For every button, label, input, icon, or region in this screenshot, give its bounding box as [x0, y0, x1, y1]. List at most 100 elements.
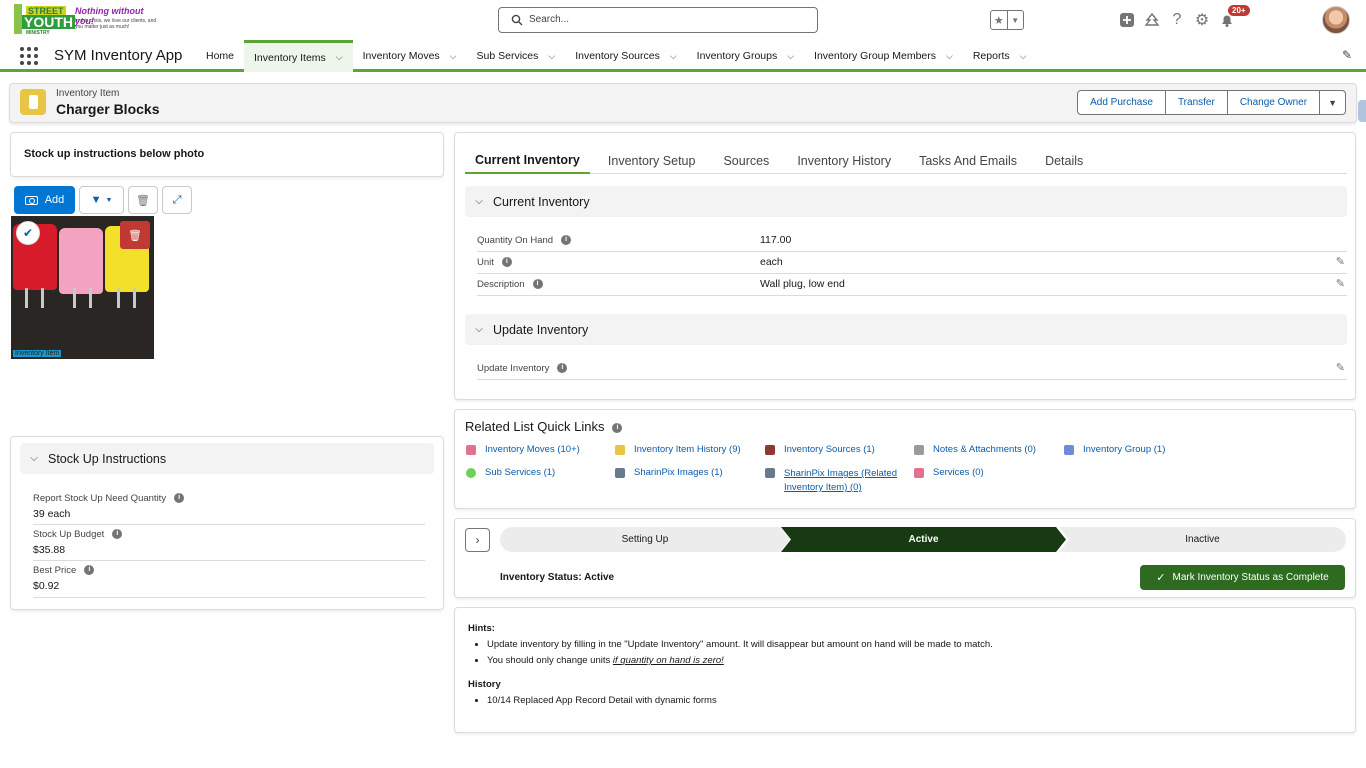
nav-item-sub-services[interactable]: Sub Services ⌵	[467, 40, 566, 72]
link-sub-services[interactable]: Sub Services (1)	[466, 467, 555, 478]
link-services[interactable]: Services (0)	[914, 467, 984, 478]
stock-up-section-header[interactable]: ⌵ Stock Up Instructions	[20, 443, 434, 474]
tab-current-inventory[interactable]: Current Inventory	[465, 147, 590, 174]
nav-item-inventory-items[interactable]: Inventory Items ⌵	[244, 40, 353, 72]
nav-item-inventory-moves[interactable]: Inventory Moves ⌵	[353, 40, 467, 72]
transfer-button[interactable]: Transfer	[1165, 90, 1228, 115]
edit-pencil-icon[interactable]: ✎	[1336, 255, 1345, 268]
nav-item-inventory-sources[interactable]: Inventory Sources ⌵	[565, 40, 686, 72]
chevron-down-icon[interactable]: ⌵	[670, 51, 677, 62]
hint-item: You should only change units if quantity…	[487, 653, 993, 669]
inventory-item-object-icon	[20, 89, 46, 115]
link-sharinpix-images[interactable]: SharinPix Images (1)	[615, 467, 723, 478]
chevron-down-icon[interactable]: ⌵	[20, 453, 48, 464]
favorites-star-icon[interactable]: ★	[991, 11, 1007, 29]
info-icon[interactable]: i	[501, 257, 512, 268]
update-inventory-section-header[interactable]: ⌵ Update Inventory	[465, 314, 1347, 345]
add-purchase-button[interactable]: Add Purchase	[1077, 90, 1166, 115]
info-icon[interactable]: i	[84, 565, 95, 576]
wrench-icon	[765, 468, 775, 478]
select-check-icon[interactable]: ✔	[16, 221, 40, 245]
utility-edge-tab[interactable]	[1358, 100, 1366, 122]
mark-status-complete-button[interactable]: ✓ Mark Inventory Status as Complete	[1140, 565, 1345, 590]
add-photo-button[interactable]: Add	[14, 186, 75, 214]
section-title: Stock Up Instructions	[48, 451, 167, 466]
wrench-icon	[615, 468, 625, 478]
bell-icon[interactable]: 20+	[1216, 5, 1250, 34]
field-description: Description i Wall plug, low end ✎	[477, 274, 1347, 296]
record-tabs: Current Inventory Inventory Setup Source…	[465, 147, 1347, 174]
nav-item-label: Sub Services	[476, 50, 539, 62]
chevron-down-icon[interactable]: ⌵	[336, 52, 343, 63]
field-label: Unit	[477, 257, 494, 268]
field-label: Stock Up Budget	[33, 529, 105, 540]
info-icon[interactable]: i	[112, 529, 123, 540]
info-icon[interactable]: i	[612, 422, 623, 433]
more-actions-chevron-down-icon[interactable]: ▼	[1320, 90, 1346, 115]
chevron-down-icon[interactable]: ⌵	[787, 51, 794, 62]
edit-pencil-icon[interactable]: ✎	[1336, 277, 1345, 290]
chevron-down-icon[interactable]: ⌵	[450, 51, 457, 62]
sub-services-icon	[466, 468, 476, 478]
sources-icon	[765, 445, 775, 455]
section-title: Current Inventory	[493, 194, 590, 209]
path-stage-setting-up[interactable]: Setting Up	[500, 527, 790, 552]
history-icon	[615, 445, 625, 455]
filter-button[interactable]: ▼ ▼	[79, 186, 124, 214]
tab-tasks-and-emails[interactable]: Tasks And Emails	[909, 147, 1027, 174]
record-actions: Add Purchase Transfer Change Owner ▼	[1077, 90, 1346, 115]
info-icon[interactable]: i	[557, 363, 568, 374]
group-icon	[1064, 445, 1074, 455]
related-list-quick-links: Related List Quick Links i Inventory Move…	[454, 409, 1356, 509]
info-icon[interactable]: i	[561, 235, 572, 246]
org-logo[interactable]: STREET YOUTH MINISTRY Nothing without yo…	[12, 4, 162, 36]
inventory-item-photo[interactable]: ✔ 🗑 Inventory Item	[11, 216, 154, 359]
link-notes-attachments[interactable]: Notes & Attachments (0)	[914, 444, 1036, 455]
help-icon[interactable]: ?	[1166, 6, 1188, 34]
tab-inventory-setup[interactable]: Inventory Setup	[598, 147, 706, 174]
tab-sources[interactable]: Sources	[713, 147, 779, 174]
link-inventory-group[interactable]: Inventory Group (1)	[1064, 444, 1165, 455]
app-launcher-icon[interactable]	[20, 47, 38, 65]
current-inventory-section-header[interactable]: ⌵ Current Inventory	[465, 186, 1347, 217]
chevron-down-icon[interactable]: ⌵	[1020, 51, 1027, 62]
nav-item-home[interactable]: Home	[196, 40, 244, 72]
favorites-button[interactable]: ★ ▼	[990, 10, 1024, 30]
link-inventory-sources[interactable]: Inventory Sources (1)	[765, 444, 875, 455]
chevron-down-icon[interactable]: ⌵	[548, 51, 555, 62]
search-icon	[511, 14, 523, 26]
add-icon[interactable]	[1116, 6, 1138, 34]
change-owner-button[interactable]: Change Owner	[1227, 90, 1321, 115]
chevron-down-icon[interactable]: ⌵	[465, 196, 493, 207]
pink-charger-image	[59, 228, 103, 294]
chevron-down-icon[interactable]: ▼	[1006, 11, 1024, 29]
field-label: Quantity On Hand	[477, 235, 554, 246]
path-stage-inactive[interactable]: Inactive	[1059, 527, 1346, 552]
nav-item-inventory-groups[interactable]: Inventory Groups ⌵	[687, 40, 804, 72]
delete-photo-trash-icon[interactable]: 🗑	[120, 221, 150, 249]
path-expand-chevron-right-icon[interactable]: ›	[465, 528, 490, 552]
link-inventory-item-history[interactable]: Inventory Item History (9)	[615, 444, 741, 455]
tab-details[interactable]: Details	[1035, 147, 1093, 174]
link-inventory-moves[interactable]: Inventory Moves (10+)	[466, 444, 580, 455]
logo-text-ministry: MINISTRY	[26, 30, 50, 36]
edit-pencil-icon[interactable]: ✎	[1336, 361, 1345, 374]
field-label: Best Price	[33, 565, 77, 576]
edit-nav-pencil-icon[interactable]: ✎	[1342, 48, 1352, 62]
trailhead-icon[interactable]	[1141, 6, 1163, 34]
nav-item-reports[interactable]: Reports ⌵	[963, 40, 1037, 72]
chevron-down-icon[interactable]: ⌵	[946, 51, 953, 62]
delete-button[interactable]: 🗑	[128, 186, 158, 214]
nav-item-label: Home	[206, 50, 235, 62]
chevron-down-icon[interactable]: ⌵	[465, 324, 493, 335]
setup-gear-icon[interactable]: ⚙	[1191, 6, 1213, 34]
info-icon[interactable]: i	[532, 279, 543, 290]
link-sharinpix-images-related[interactable]: SharinPix Images (Related Inventory Item…	[765, 467, 905, 495]
global-search-input[interactable]: Search...	[498, 7, 818, 33]
user-avatar[interactable]	[1322, 6, 1350, 34]
tab-inventory-history[interactable]: Inventory History	[787, 147, 901, 174]
nav-item-inventory-group-members[interactable]: Inventory Group Members ⌵	[804, 40, 963, 72]
info-icon[interactable]: i	[174, 493, 185, 504]
expand-button[interactable]: ⤢	[162, 186, 192, 214]
path-stage-active[interactable]: Active	[781, 527, 1066, 552]
